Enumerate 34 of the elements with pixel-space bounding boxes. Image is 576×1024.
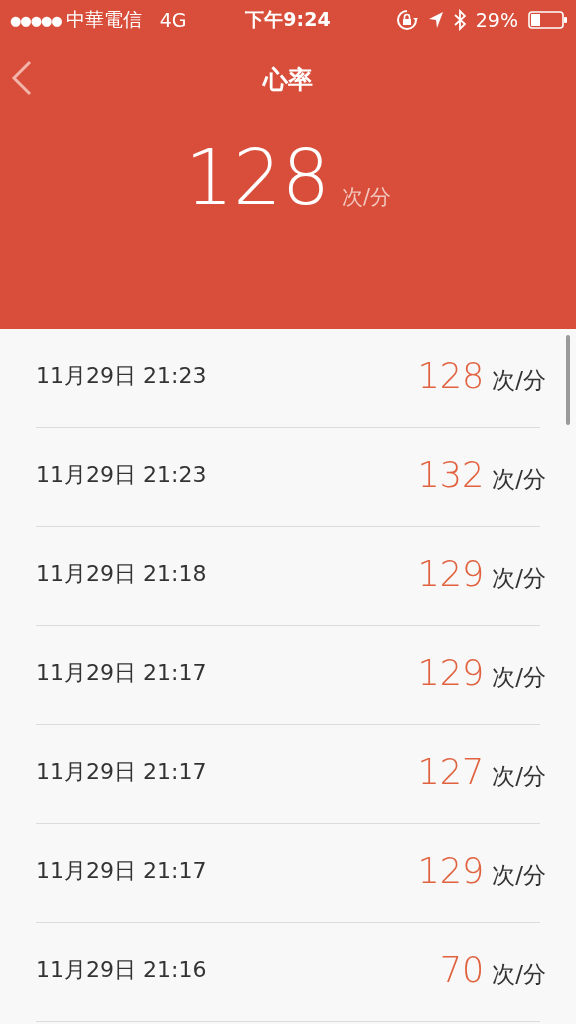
record-time: 11月29日 21:17 <box>36 857 207 885</box>
heart-rate-value: 129 <box>417 851 485 891</box>
bluetooth-icon <box>453 9 466 31</box>
heart-rate-value: 128 <box>417 356 485 396</box>
heart-rate-value: 70 <box>439 950 485 990</box>
back-button[interactable] <box>10 58 34 98</box>
clock-time: 下午9:24 <box>245 7 331 32</box>
battery-icon <box>528 11 568 29</box>
record-time: 11月29日 21:18 <box>36 560 207 588</box>
page-title: 心率 <box>263 63 313 96</box>
heart-rate-unit: 次/分 <box>492 365 546 395</box>
rotation-lock-icon <box>395 9 418 31</box>
carrier-name: 中華電信 <box>65 7 142 32</box>
location-arrow-icon <box>427 11 444 29</box>
signal-dots: ●●●●● <box>10 12 62 28</box>
heart-rate-value: 132 <box>417 455 485 495</box>
heart-rate-unit: 次/分 <box>492 563 546 593</box>
network-type: 4G <box>159 9 187 31</box>
record-time: 11月29日 21:23 <box>36 461 207 489</box>
heart-rate-unit: 次/分 <box>492 662 546 692</box>
heart-rate-unit: 次/分 <box>492 959 546 989</box>
heart-rate-unit: 次/分 <box>492 464 546 494</box>
heart-rate-value: 127 <box>417 752 485 792</box>
current-heart-rate: 128 <box>184 140 330 216</box>
heart-rate-unit: 次/分 <box>342 184 392 211</box>
battery-percent: 29% <box>475 9 518 31</box>
record-time: 11月29日 21:16 <box>36 956 207 984</box>
heart-rate-unit: 次/分 <box>492 761 546 791</box>
record-time: 11月29日 21:17 <box>36 659 207 687</box>
heart-rate-value: 129 <box>417 653 485 693</box>
record-time: 11月29日 21:23 <box>36 362 207 390</box>
heart-rate-unit: 次/分 <box>492 860 546 890</box>
record-time: 11月29日 21:17 <box>36 758 207 786</box>
heart-rate-value: 129 <box>417 554 485 594</box>
